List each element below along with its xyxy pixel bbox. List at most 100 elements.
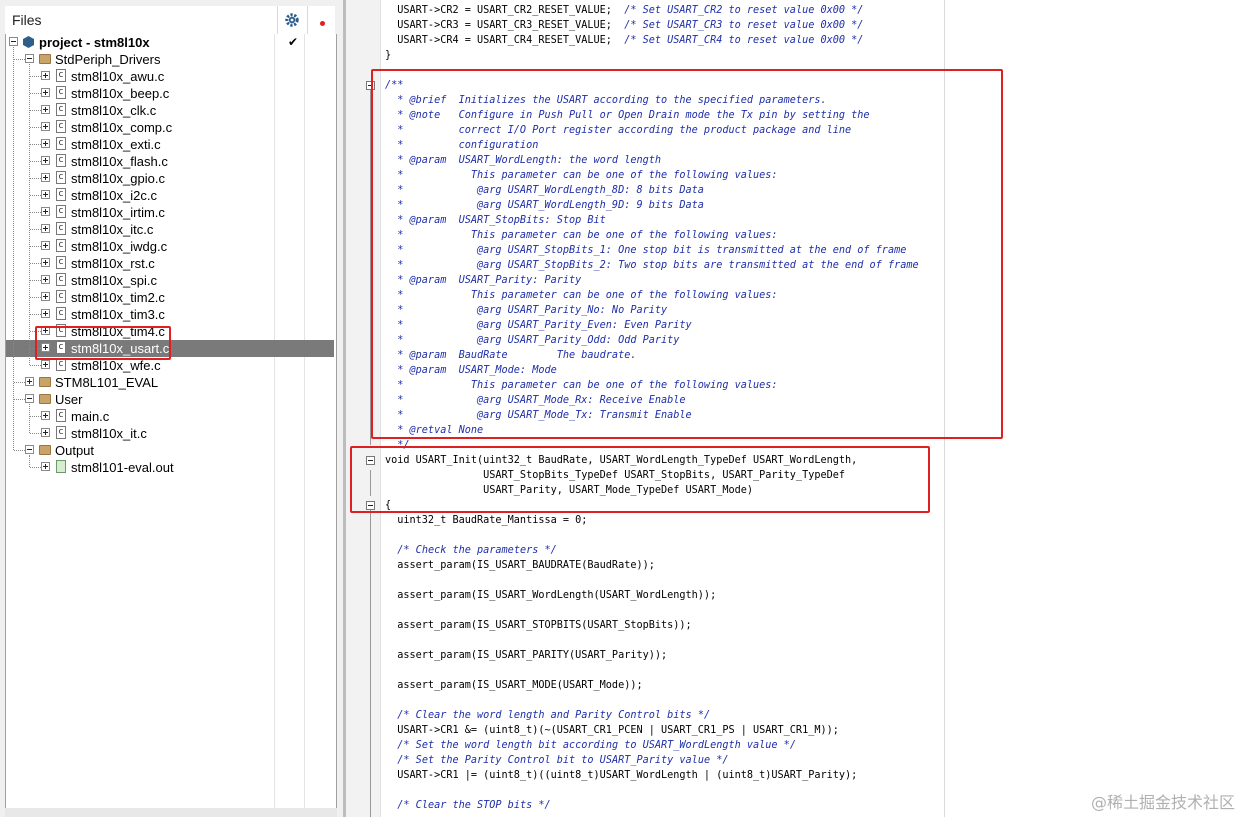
expand-plus-icon[interactable] [41,411,50,420]
tree-item[interactable]: c stm8l10x_comp.c [6,119,336,136]
tree-item[interactable]: StdPeriph_Drivers [6,51,336,68]
tree-item[interactable]: c stm8l10x_spi.c [6,272,336,289]
tree-item[interactable]: c stm8l10x_gpio.c [6,170,336,187]
expand-plus-icon[interactable] [41,139,50,148]
tree-item-label: stm8l10x_exti.c [71,137,161,152]
code-comment: * This parameter can be one of the follo… [385,380,778,391]
expand-plus-icon[interactable] [41,173,50,182]
tree-item[interactable]: c stm8l10x_i2c.c [6,187,336,204]
tree-item[interactable]: c stm8l10x_itc.c [6,221,336,238]
code-line: * @arg USART_WordLength_9D: 9 bits Data [385,198,704,213]
tree-item-label: stm8l101-eval.out [71,460,174,475]
expand-plus-icon[interactable] [41,190,50,199]
code-text: USART->CR4 = USART_CR4_RESET_VALUE; [385,35,625,46]
code-editor[interactable]: USART->CR2 = USART_CR2_RESET_VALUE; /* S… [346,0,1257,817]
tree-item[interactable]: c stm8l10x_wfe.c [6,357,336,374]
fold-line [370,510,371,817]
tree-item[interactable]: c stm8l10x_tim3.c [6,306,336,323]
expand-plus-icon[interactable] [41,462,50,471]
project-icon [23,36,34,48]
expand-plus-icon[interactable] [41,241,50,250]
tree-item[interactable]: STM8L101_EVAL [6,374,336,391]
code-line: USART->CR2 = USART_CR2_RESET_VALUE; /* S… [385,3,863,18]
horizontal-scrollbar[interactable] [5,808,337,817]
expand-plus-icon[interactable] [41,105,50,114]
tree-item[interactable]: c stm8l10x_iwdg.c [6,238,336,255]
code-comment: * @note Configure in Push Pull or Open D… [385,110,870,121]
code-comment: * @param USART_Mode: Mode [385,365,557,376]
code-comment: /** [385,80,404,91]
tree-item-label: stm8l10x_tim2.c [71,290,165,305]
expand-plus-icon[interactable] [25,377,34,386]
expand-plus-icon[interactable] [41,88,50,97]
expand-plus-icon[interactable] [41,343,50,352]
tree-item-label: stm8l10x_tim3.c [71,307,165,322]
code-text: { [385,500,392,511]
tree-connector [30,178,41,179]
c-file-icon: c [56,273,66,286]
c-file-icon: c [56,86,66,99]
code-line: USART_StopBits_TypeDef USART_StopBits, U… [385,468,845,483]
fold-collapse-icon[interactable] [366,81,375,90]
c-file-icon: c [56,154,66,167]
code-comment: * @arg USART_Parity_Odd: Odd Parity [385,335,680,346]
tree-item-label: Output [55,443,95,458]
tree-connector [30,144,41,145]
expand-plus-icon[interactable] [41,428,50,437]
tree-item[interactable]: c stm8l10x_tim4.c [6,323,336,340]
tree-item[interactable]: c stm8l10x_beep.c [6,85,336,102]
tree-item[interactable]: c stm8l10x_clk.c [6,102,336,119]
expand-plus-icon[interactable] [41,275,50,284]
tree-connector [30,76,41,77]
tree-item[interactable]: Output [6,442,336,459]
tree-item[interactable]: stm8l101-eval.out [6,459,336,476]
tree-item[interactable]: c stm8l10x_rst.c [6,255,336,272]
c-file-icon: c [56,222,66,235]
code-text: assert_param(IS_USART_PARITY(USART_Parit… [385,650,668,661]
tree-item[interactable]: c main.c [6,408,336,425]
tree-item[interactable]: c stm8l10x_irtim.c [6,204,336,221]
collapse-minus-icon[interactable] [25,54,34,63]
fold-collapse-icon[interactable] [366,456,375,465]
collapse-minus-icon[interactable] [9,37,18,46]
tree-item[interactable]: c stm8l10x_exti.c [6,136,336,153]
fold-collapse-icon[interactable] [366,501,375,510]
gear-icon[interactable] [283,11,301,29]
expand-plus-icon[interactable] [41,309,50,318]
code-line: * This parameter can be one of the follo… [385,378,778,393]
watermark: @稀土掘金技术社区 [1091,793,1236,812]
expand-plus-icon[interactable] [41,292,50,301]
header-separator [307,6,308,34]
expand-plus-icon[interactable] [41,156,50,165]
code-comment: */ [385,440,410,451]
code-line: uint32_t BaudRate_Mantissa = 0; [385,513,587,528]
expand-plus-icon[interactable] [41,224,50,233]
tree-item[interactable]: User [6,391,336,408]
code-text: assert_param(IS_USART_BAUDRATE(BaudRate)… [385,560,655,571]
tree-connector [30,195,41,196]
expand-plus-icon[interactable] [41,360,50,369]
tree-item-label: stm8l10x_it.c [71,426,147,441]
expand-plus-icon[interactable] [41,258,50,267]
expand-plus-icon[interactable] [41,122,50,131]
tree-item[interactable]: c stm8l10x_usart.c [6,340,334,357]
tree-item[interactable]: c stm8l10x_tim2.c [6,289,336,306]
tree-item-label: stm8l10x_flash.c [71,154,168,169]
collapse-minus-icon[interactable] [25,394,34,403]
code-text: USART_StopBits_TypeDef USART_StopBits, U… [385,470,846,481]
tree-connector [14,382,25,383]
code-comment: /* Set the Parity Control bit to USART_P… [397,755,729,766]
code-line: * @note Configure in Push Pull or Open D… [385,108,870,123]
tree-item[interactable]: c stm8l10x_flash.c [6,153,336,170]
collapse-minus-icon[interactable] [25,445,34,454]
tree-item[interactable]: c stm8l10x_awu.c [6,68,336,85]
expand-plus-icon[interactable] [41,71,50,80]
code-comment: * @arg USART_StopBits_2: Two stop bits a… [385,260,919,271]
tree-item[interactable]: project - stm8l10x ✔ [6,34,336,51]
expand-plus-icon[interactable] [41,326,50,335]
expand-plus-icon[interactable] [41,207,50,216]
code-line: * @param BaudRate The baudrate. [385,348,636,363]
tree-item[interactable]: c stm8l10x_it.c [6,425,336,442]
code-line: /* Check the parameters */ [385,543,556,558]
